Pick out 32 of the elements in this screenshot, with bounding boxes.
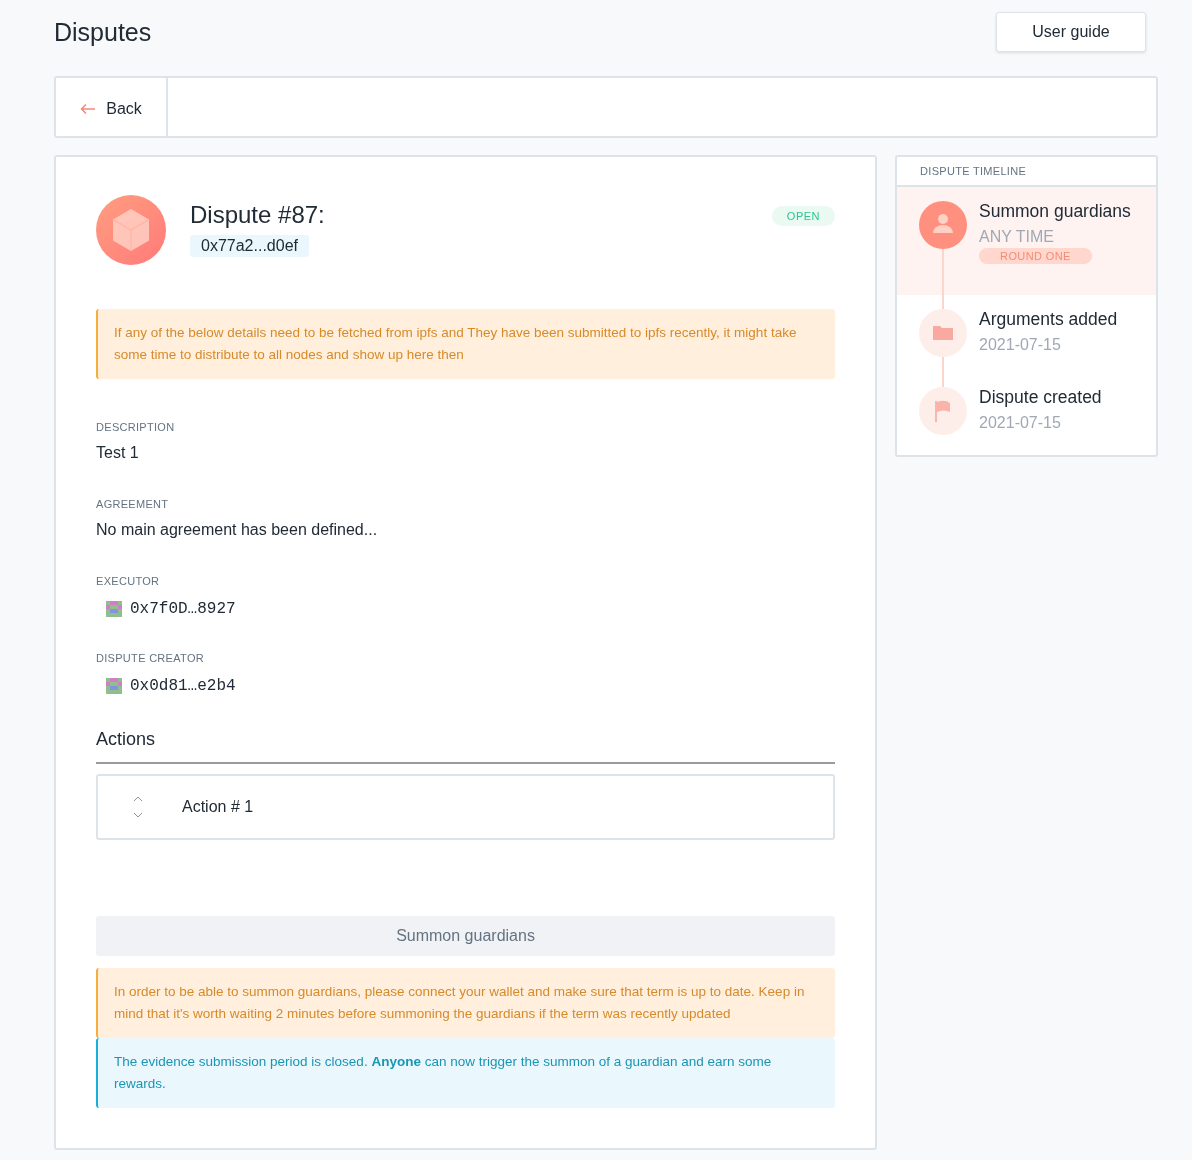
field-value: No main agreement has been defined...: [96, 521, 379, 539]
action-label: Action # 1: [182, 798, 254, 816]
timeline-event-time: 2021-07-15: [979, 336, 1062, 354]
warning-notice: In order to be able to summon guardians, please connect your wallet and make sure that term is up to date. Keep in mind that it's worth waiting 2 minutes before summoning the guardians if the term was recently updated: [96, 968, 836, 1038]
status-badge: OPEN: [771, 206, 836, 226]
account-address[interactable]: 0x7f0D…8927: [130, 600, 236, 618]
address-badge: 0x77a2...d0ef: [190, 235, 309, 257]
field-label: DESCRIPTION: [96, 421, 176, 433]
info-notice: The evidence submission period is closed. Anyone can now trigger the summon of a guardian and earn some rewards.: [96, 1038, 836, 1108]
timeline-event-title: Dispute created: [979, 387, 1102, 408]
back-button[interactable]: Back: [56, 78, 168, 136]
action-row[interactable]: Action # 1: [96, 774, 836, 840]
identicon-icon: [106, 678, 122, 694]
timeline-event-time: 2021-07-15: [979, 414, 1062, 432]
field-label: DISPUTE CREATOR: [96, 652, 205, 664]
page-title: Disputes: [54, 17, 152, 47]
timeline-event-title: Summon guardians: [979, 201, 1131, 222]
dispute-title: Dispute #87:: [190, 201, 325, 229]
identicon-icon: [106, 601, 122, 617]
back-arrow-icon: [80, 103, 97, 115]
expand-toggle-icon[interactable]: [132, 795, 144, 819]
user-guide-button[interactable]: User guide: [996, 12, 1146, 52]
round-badge: ROUND ONE: [979, 248, 1092, 264]
info-notice: If any of the below details need to be fetched from ipfs and They have been submitted to ipfs recently, it might take some time to distribute to all nodes and show up here then: [96, 309, 836, 379]
section-title: Actions: [96, 729, 157, 750]
account-address[interactable]: 0x0d81…e2b4: [130, 677, 236, 695]
cube-icon: [96, 195, 166, 265]
field-label: AGREEMENT: [96, 498, 170, 510]
field-label: EXECUTOR: [96, 575, 161, 587]
timeline-event-time: ANY TIME: [979, 228, 1055, 246]
timeline-event-title: Arguments added: [979, 309, 1118, 330]
field-value: Test 1: [96, 444, 140, 462]
